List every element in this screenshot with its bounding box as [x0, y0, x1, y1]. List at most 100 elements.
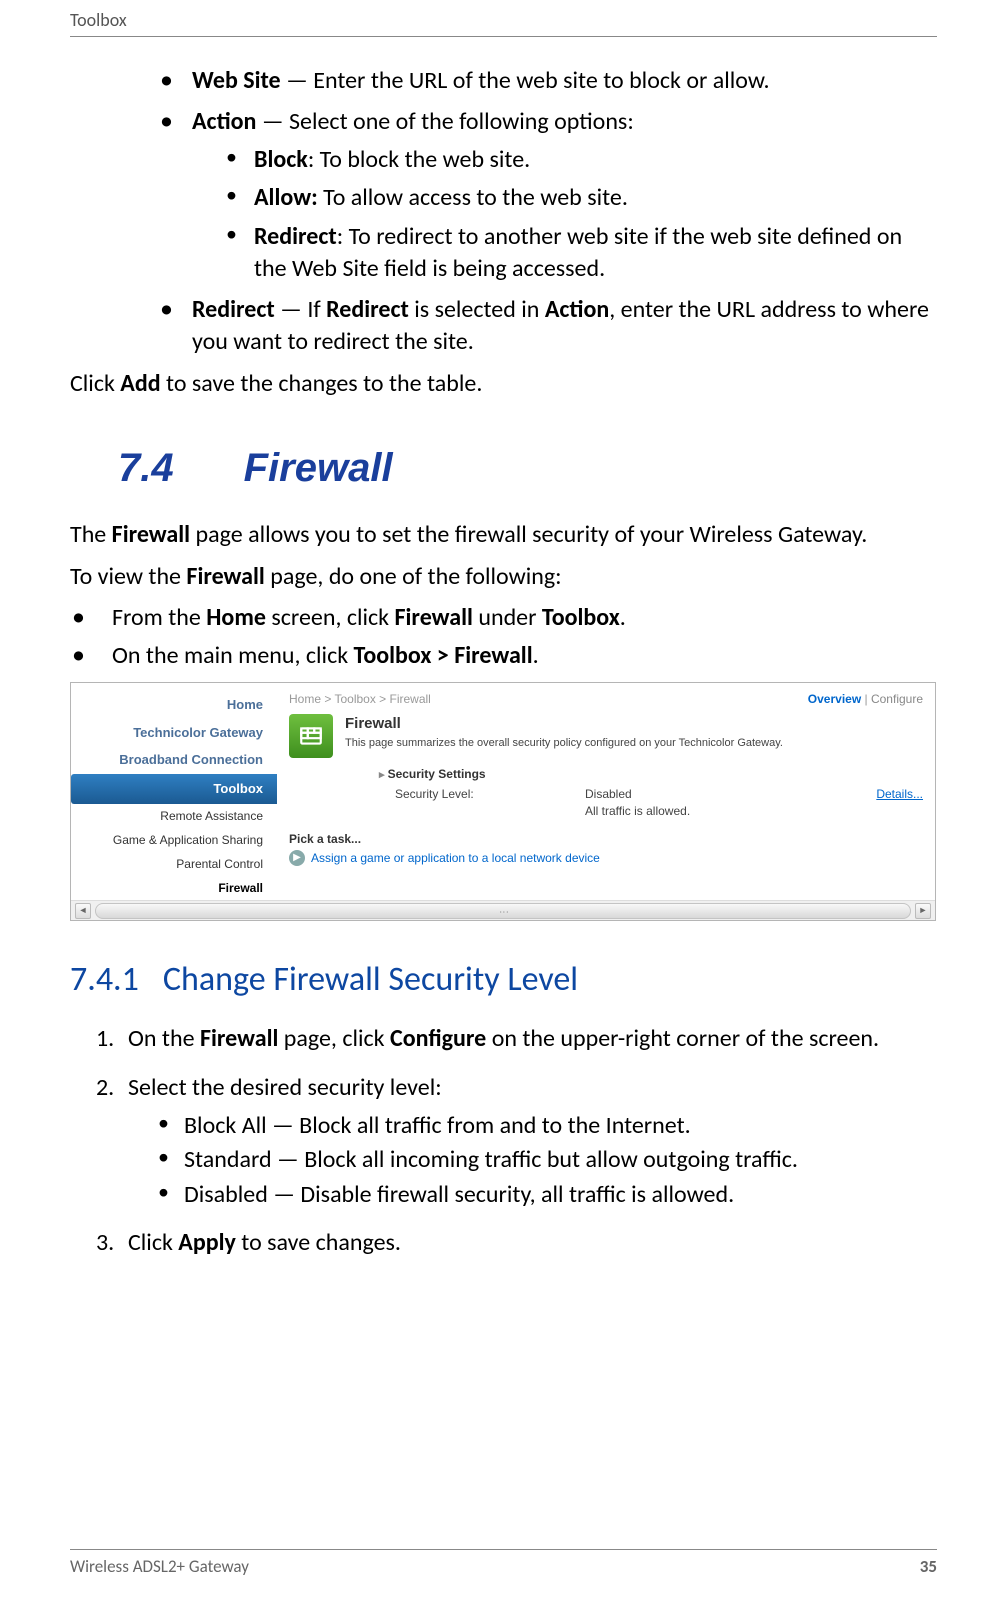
click-add-b: Add [120, 369, 160, 398]
s2-opt-standard: Standard — Block all incoming traffic bu… [158, 1144, 937, 1176]
s1-b2: Configure [390, 1024, 486, 1053]
view-bullet-menu: On the main menu, click Toolbox > Firewa… [70, 640, 937, 672]
vb-home-b1: Home [206, 603, 266, 632]
ss-security-level-value: Disabled [585, 786, 785, 802]
s1-mid: page, click [278, 1024, 390, 1053]
fw-intro-b: Firewall [112, 520, 190, 549]
step-3: Click Apply to save changes. [96, 1227, 937, 1259]
view-bullet-home: From the Home screen, click Firewall und… [70, 602, 937, 634]
s2-opt-block-all: Block All — Block all traffic from and t… [158, 1110, 937, 1142]
fw-intro-pre: The [70, 520, 112, 549]
bullet-action: Action — Select one of the following opt… [160, 106, 937, 286]
ss-nav-remote[interactable]: Remote Assistance [71, 804, 277, 828]
web-site-label: Web Site [192, 66, 281, 95]
ss-horizontal-scrollbar[interactable]: ◄ ► [71, 900, 935, 920]
bullet-redirect-opt: Redirect: To redirect to another web sit… [226, 221, 937, 286]
subsection-title: Change Firewall Security Level [163, 959, 578, 1000]
ss-nav-firewall[interactable]: Firewall [71, 876, 277, 900]
s3-b: Apply [178, 1228, 236, 1257]
ss-fw-desc: This page summarizes the overall securit… [345, 736, 783, 751]
web-site-text: — Enter the URL of the web site to block… [281, 66, 770, 95]
ss-pick-task-text: Assign a game or application to a local … [311, 850, 600, 866]
s2-text: Select the desired security level: [128, 1073, 442, 1102]
redirect-opt-sep: : [337, 222, 349, 251]
redirect-mid: is selected in [409, 295, 545, 324]
arrow-right-icon: ▶ [289, 850, 305, 866]
ss-nav-broadband[interactable]: Broadband Connection [71, 746, 277, 774]
vb-home-pre: From the [112, 603, 206, 632]
ss-details-link[interactable]: Details... [876, 786, 923, 802]
firewall-screenshot: Home Technicolor Gateway Broadband Conne… [70, 682, 936, 921]
ss-nav-parental[interactable]: Parental Control [71, 852, 277, 876]
ss-fw-title: Firewall [345, 714, 783, 734]
scroll-left-icon[interactable]: ◄ [75, 903, 91, 919]
vb-home-b3: Toolbox [542, 603, 620, 632]
scroll-track[interactable] [95, 903, 911, 919]
ss-configure-tab[interactable]: Configure [871, 692, 923, 706]
fw-view-pre: To view the [70, 562, 186, 591]
redirect-b3: Action [545, 295, 609, 324]
s2-opt-disabled: Disabled — Disable firewall security, al… [158, 1179, 937, 1211]
vb-home-mid2: under [473, 603, 542, 632]
firewall-icon [289, 714, 333, 758]
firewall-intro: The Firewall page allows you to set the … [70, 519, 937, 551]
redirect-pre: — If [275, 295, 326, 324]
allow-label: Allow: [254, 183, 318, 212]
allow-text: To allow access to the web site. [323, 183, 628, 212]
ss-main: Home > Toolbox > Firewall Overview | Con… [277, 683, 935, 900]
action-label: Action [192, 107, 256, 136]
firewall-view-intro: To view the Firewall page, do one of the… [70, 561, 937, 593]
s3-pre: Click [128, 1228, 178, 1257]
section-heading-firewall: 7.4 Firewall [118, 441, 937, 495]
redirect-b2: Redirect [326, 295, 409, 324]
bullet-allow: Allow: To allow access to the web site. [226, 182, 937, 214]
action-text: — Select one of the following options: [256, 107, 633, 136]
click-add-pre: Click [70, 369, 120, 398]
section-title: Firewall [244, 441, 393, 495]
s1-pre: On the [128, 1024, 200, 1053]
header-rule [70, 36, 937, 37]
vb-menu-post: . [533, 641, 539, 670]
footer-rule [70, 1549, 937, 1550]
vb-home-b2: Firewall [395, 603, 473, 632]
ss-nav-gateway[interactable]: Technicolor Gateway [71, 719, 277, 747]
subsection-heading: 7.4.1 Change Firewall Security Level [70, 957, 937, 1003]
ss-security-level-label: Security Level: [395, 786, 555, 802]
ss-pick-task-title: Pick a task... [289, 831, 923, 847]
ss-breadcrumb-path: Home > Toolbox > Firewall [289, 691, 431, 707]
block-label: Block [254, 145, 308, 174]
subsection-number: 7.4.1 [70, 959, 139, 1000]
block-text: To block the web site. [320, 145, 531, 174]
footer-page-number: 35 [920, 1556, 937, 1579]
ss-nav-home[interactable]: Home [71, 691, 277, 719]
ss-security-settings-title: Security Settings [379, 766, 923, 783]
click-add-post: to save the changes to the table. [161, 369, 483, 398]
ss-pick-task-link[interactable]: ▶ Assign a game or application to a loca… [289, 850, 923, 866]
step-2: Select the desired security level: Block… [96, 1072, 937, 1212]
vb-menu-pre: On the main menu, click [112, 641, 354, 670]
redirect-opt-text: To redirect to another web site if the w… [254, 222, 902, 283]
bullet-web-site: Web Site — Enter the URL of the web site… [160, 65, 937, 97]
s1-post: on the upper-right corner of the screen. [486, 1024, 879, 1053]
scroll-right-icon[interactable]: ► [915, 903, 931, 919]
block-sep: : [308, 145, 320, 174]
section-number: 7.4 [118, 441, 174, 495]
fw-view-b: Firewall [186, 562, 264, 591]
s3-post: to save changes. [236, 1228, 401, 1257]
vb-home-mid: screen, click [266, 603, 395, 632]
ss-nav-game[interactable]: Game & Application Sharing [71, 828, 277, 852]
vb-home-post: . [620, 603, 626, 632]
scroll-thumb[interactable] [95, 903, 911, 919]
bullet-redirect-field: Redirect — If Redirect is selected in Ac… [160, 294, 937, 359]
ss-security-level-desc: All traffic is allowed. [569, 803, 923, 819]
click-add-paragraph: Click Add to save the changes to the tab… [70, 368, 937, 400]
page-header-title: Toolbox [70, 8, 127, 32]
vb-menu-b1: Toolbox > Firewall [354, 641, 533, 670]
fw-intro-post: page allows you to set the firewall secu… [190, 520, 867, 549]
redirect-label: Redirect [192, 295, 275, 324]
ss-nav-toolbox[interactable]: Toolbox [71, 774, 277, 804]
footer-product-name: Wireless ADSL2+ Gateway [70, 1556, 249, 1579]
ss-overview-tab[interactable]: Overview [808, 692, 861, 706]
fw-view-post: page, do one of the following: [265, 562, 562, 591]
ss-sidebar: Home Technicolor Gateway Broadband Conne… [71, 683, 277, 900]
